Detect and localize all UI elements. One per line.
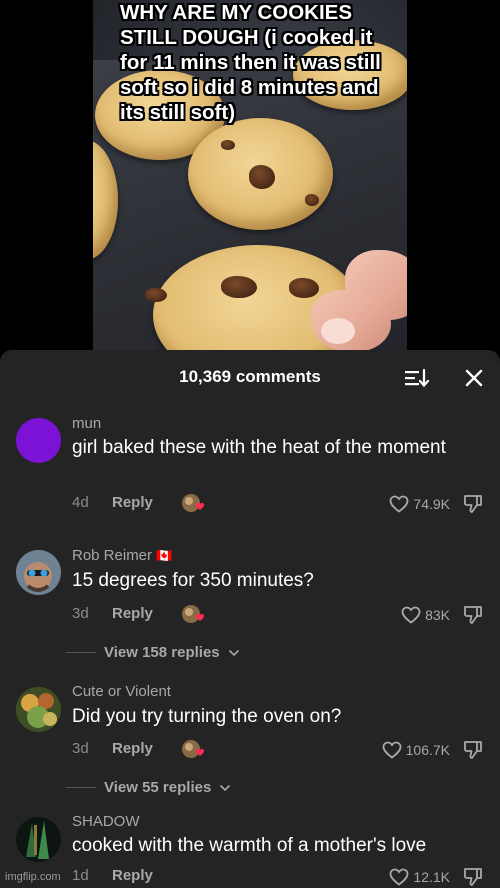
dislike-icon[interactable] — [462, 739, 484, 761]
creator-liked-icon — [180, 738, 206, 760]
video-frame: WHY ARE MY COOKIES STILL DOUGH (i cooked… — [93, 0, 407, 350]
like-count: 83K — [425, 607, 450, 623]
like-count: 12.1K — [413, 869, 450, 885]
chocolate-chip — [289, 278, 319, 298]
like-count: 74.9K — [413, 496, 450, 512]
reply-button[interactable]: Reply — [112, 740, 153, 757]
comment-text: 15 degrees for 350 minutes? — [72, 570, 314, 591]
chocolate-chip — [221, 276, 257, 298]
fingernail — [321, 318, 355, 344]
chevron-down-icon — [228, 649, 239, 656]
avatar[interactable] — [16, 418, 61, 463]
like-button[interactable]: 12.1K — [389, 866, 450, 888]
comment-age: 4d — [72, 494, 89, 511]
watermark: imgflip.com — [5, 871, 61, 883]
dislike-icon[interactable] — [462, 866, 484, 888]
like-button[interactable]: 106.7K — [382, 739, 450, 761]
canada-flag-icon: 🇨🇦 — [156, 548, 173, 563]
view-replies-button[interactable]: View 158 replies — [66, 644, 240, 661]
divider-line — [66, 787, 96, 788]
comment-text: Did you try turning the oven on? — [72, 706, 342, 727]
creator-liked-icon — [180, 492, 206, 514]
comment-age: 3d — [72, 740, 89, 757]
view-replies-label: View 158 replies — [104, 644, 220, 661]
comment-text: cooked with the warmth of a mother's lov… — [72, 835, 427, 856]
comment-username[interactable]: mun — [72, 415, 101, 432]
comment-age: 3d — [72, 605, 89, 622]
dislike-icon[interactable] — [462, 604, 484, 626]
chocolate-chip — [145, 288, 167, 302]
comment-username-text: Rob Reimer — [72, 547, 153, 564]
comment-username[interactable]: Rob Reimer 🇨🇦 — [72, 547, 172, 564]
creator-liked-icon — [180, 603, 206, 625]
heart-icon — [401, 606, 421, 624]
chocolate-chip — [305, 194, 319, 206]
comment-text: girl baked these with the heat of the mo… — [72, 437, 446, 458]
close-icon[interactable] — [462, 366, 486, 390]
view-replies-button[interactable]: View 55 replies — [66, 779, 231, 796]
reply-button[interactable]: Reply — [112, 494, 153, 511]
heart-icon — [390, 868, 409, 886]
heart-icon — [390, 495, 409, 513]
avatar[interactable] — [16, 550, 61, 595]
view-replies-label: View 55 replies — [104, 779, 212, 796]
sort-icon[interactable] — [404, 366, 430, 390]
comments-header: 10,369 comments — [0, 350, 500, 404]
chocolate-chip — [221, 140, 235, 150]
comment-username[interactable]: Cute or Violent — [72, 683, 171, 700]
video-caption: WHY ARE MY COOKIES STILL DOUGH (i cooked… — [120, 1, 381, 124]
heart-icon — [382, 741, 402, 759]
chocolate-chip — [249, 165, 275, 189]
avatar[interactable] — [16, 687, 61, 732]
avatar[interactable] — [16, 817, 61, 862]
comment-username[interactable]: SHADOW — [72, 813, 140, 830]
like-count: 106.7K — [405, 742, 450, 758]
like-button[interactable]: 74.9K — [389, 493, 450, 515]
divider-line — [66, 652, 96, 653]
reply-button[interactable]: Reply — [112, 867, 153, 884]
video-player[interactable]: WHY ARE MY COOKIES STILL DOUGH (i cooked… — [0, 0, 500, 350]
dislike-icon[interactable] — [462, 493, 484, 515]
like-button[interactable]: 83K — [401, 604, 450, 626]
reply-button[interactable]: Reply — [112, 605, 153, 622]
chevron-down-icon — [220, 784, 231, 791]
comment-age: 1d — [72, 867, 89, 884]
